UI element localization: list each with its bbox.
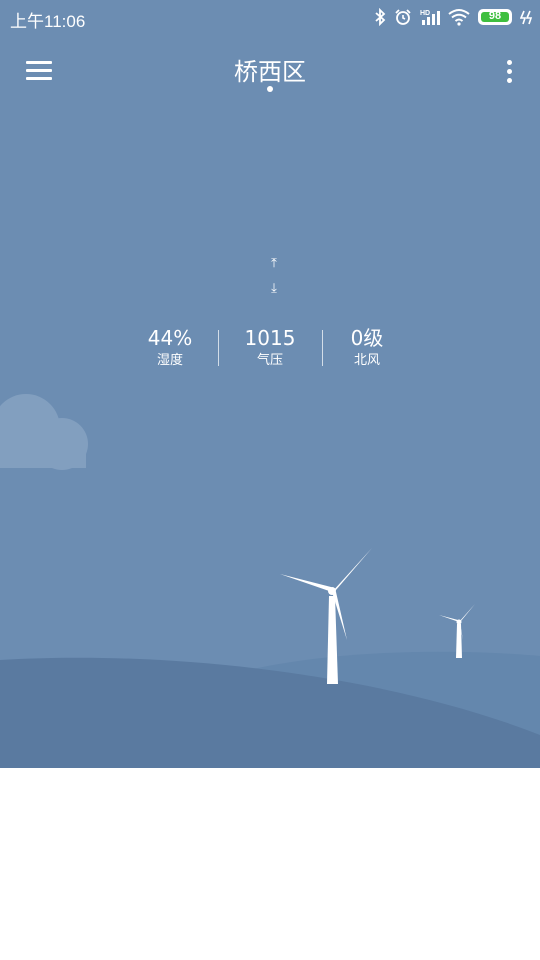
more-vertical-icon[interactable] — [498, 58, 522, 86]
city-title[interactable]: 桥西区 — [170, 52, 370, 87]
small-wind-turbine — [439, 604, 475, 658]
charging-icon — [520, 10, 533, 25]
svg-text:HD: HD — [420, 10, 430, 17]
pressure-label: 气压 — [256, 353, 283, 368]
wind-value: 0级 — [350, 326, 384, 350]
battery-level: 98 — [488, 10, 502, 22]
landscape-illustration — [0, 394, 540, 768]
weather-scene: 上午11:06 HD 98 桥西区 ⤒ ⤓ 44% 湿度 1015 气压 0级 … — [0, 0, 540, 768]
battery-icon: 98 — [478, 9, 512, 25]
wifi-icon — [448, 9, 470, 26]
wind-stat: 0级 北风 — [317, 324, 417, 370]
arrow-down-bar-icon: ⤓ — [271, 281, 277, 296]
cloud-illustration — [0, 394, 88, 470]
status-icons: HD 98 — [374, 7, 534, 27]
status-bar: 上午11:06 HD 98 — [0, 0, 540, 34]
bluetooth-icon — [375, 8, 386, 26]
status-time: 上午11:06 — [10, 12, 86, 31]
alarm-icon — [395, 9, 411, 25]
pressure-value: 1015 — [244, 326, 296, 350]
humidity-value: 44% — [147, 326, 193, 350]
arrow-up-bar-icon: ⤒ — [271, 256, 277, 271]
content-area — [0, 768, 540, 960]
hamburger-menu-icon[interactable] — [24, 58, 54, 82]
humidity-stat: 44% 湿度 — [120, 324, 220, 370]
page-indicator-dot — [267, 86, 273, 92]
wind-label: 北风 — [353, 353, 380, 368]
pressure-stat: 1015 气压 — [220, 324, 320, 370]
humidity-label: 湿度 — [156, 353, 183, 368]
weather-stats: 44% 湿度 1015 气压 0级 北风 — [0, 324, 540, 374]
hd-signal-icon: HD — [420, 10, 440, 25]
stat-divider — [218, 330, 219, 366]
